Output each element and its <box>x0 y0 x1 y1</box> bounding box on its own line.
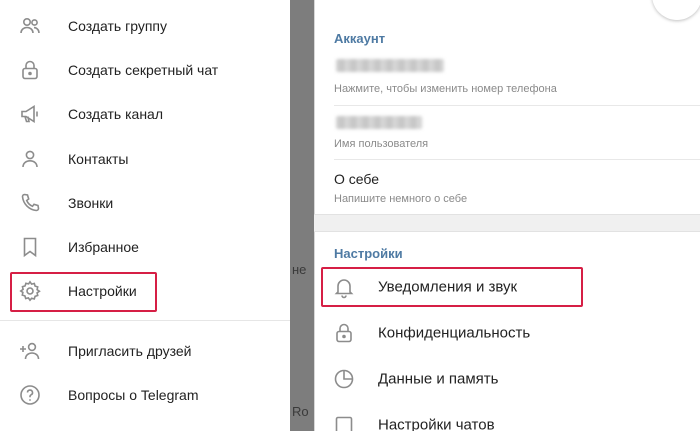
megaphone-icon <box>18 102 42 126</box>
drawer-scrim[interactable]: не Ro <box>290 0 314 431</box>
add-person-icon <box>18 339 42 363</box>
drawer-item-telegram-faq[interactable]: Вопросы о Telegram <box>0 375 290 415</box>
drawer-item-label: Создать группу <box>68 18 167 34</box>
drawer-divider <box>0 320 290 321</box>
settings-item-chat-settings[interactable]: Настройки чатов <box>314 403 700 431</box>
gear-icon <box>18 279 42 303</box>
pie-chart-icon <box>332 367 356 391</box>
drawer-item-invite-friends[interactable]: Пригласить друзей <box>0 331 290 371</box>
scrim-text-fragment: не <box>292 262 307 277</box>
settings-item-label: Настройки чатов <box>378 416 495 431</box>
account-section-title: Аккаунт <box>334 31 386 46</box>
drawer-item-settings[interactable]: Настройки <box>0 271 290 311</box>
lock-icon <box>332 321 356 345</box>
drawer-item-label: Настройки <box>68 283 137 299</box>
drawer-item-label: Пригласить друзей <box>68 343 192 359</box>
drawer-item-secret-chat[interactable]: Создать секретный чат <box>0 50 290 90</box>
drawer-item-label: Избранное <box>68 239 139 255</box>
drawer-item-saved[interactable]: Избранное <box>0 227 290 267</box>
drawer-item-label: Звонки <box>68 195 114 211</box>
navigation-drawer: Создать группу Создать секретный чат Соз… <box>0 0 297 431</box>
settings-item-notifications[interactable]: Уведомления и звук <box>314 265 700 309</box>
bio-hint: Напишите немного о себе <box>334 193 468 205</box>
drawer-item-label: Создать канал <box>68 106 163 122</box>
drawer-item-label: Вопросы о Telegram <box>68 387 199 403</box>
person-icon <box>18 147 42 171</box>
settings-item-label: Уведомления и звук <box>378 278 518 296</box>
chat-settings-icon <box>332 413 356 431</box>
drawer-item-label: Контакты <box>68 151 129 167</box>
settings-item-privacy[interactable]: Конфиденциальность <box>314 311 700 355</box>
field-divider <box>334 159 700 160</box>
username-redacted[interactable] <box>336 116 422 129</box>
username-hint: Имя пользователя <box>334 138 429 150</box>
group-icon <box>18 14 42 38</box>
phone-icon <box>18 191 42 215</box>
settings-section-title: Настройки <box>334 246 403 261</box>
camera-fab-button[interactable] <box>652 0 700 20</box>
bell-icon <box>332 275 356 299</box>
drawer-item-create-channel[interactable]: Создать канал <box>0 94 290 134</box>
settings-item-label: Конфиденциальность <box>378 324 531 342</box>
phone-number-redacted[interactable] <box>336 59 444 72</box>
question-icon <box>18 383 42 407</box>
drawer-item-contacts[interactable]: Контакты <box>0 139 290 179</box>
drawer-item-create-group[interactable]: Создать группу <box>0 6 290 46</box>
drawer-item-label: Создать секретный чат <box>68 62 219 78</box>
bio-label[interactable]: О себе <box>334 171 379 187</box>
field-divider <box>334 105 700 106</box>
phone-hint: Нажмите, чтобы изменить номер телефона <box>334 83 557 95</box>
bookmark-icon <box>18 235 42 259</box>
lock-icon <box>18 58 42 82</box>
section-separator <box>314 214 700 232</box>
scrim-text-fragment: Ro <box>292 404 309 419</box>
settings-screen: Аккаунт Нажмите, чтобы изменить номер те… <box>314 0 700 431</box>
drawer-item-calls[interactable]: Звонки <box>0 183 290 223</box>
settings-item-data-storage[interactable]: Данные и память <box>314 357 700 401</box>
settings-item-label: Данные и память <box>378 370 499 388</box>
